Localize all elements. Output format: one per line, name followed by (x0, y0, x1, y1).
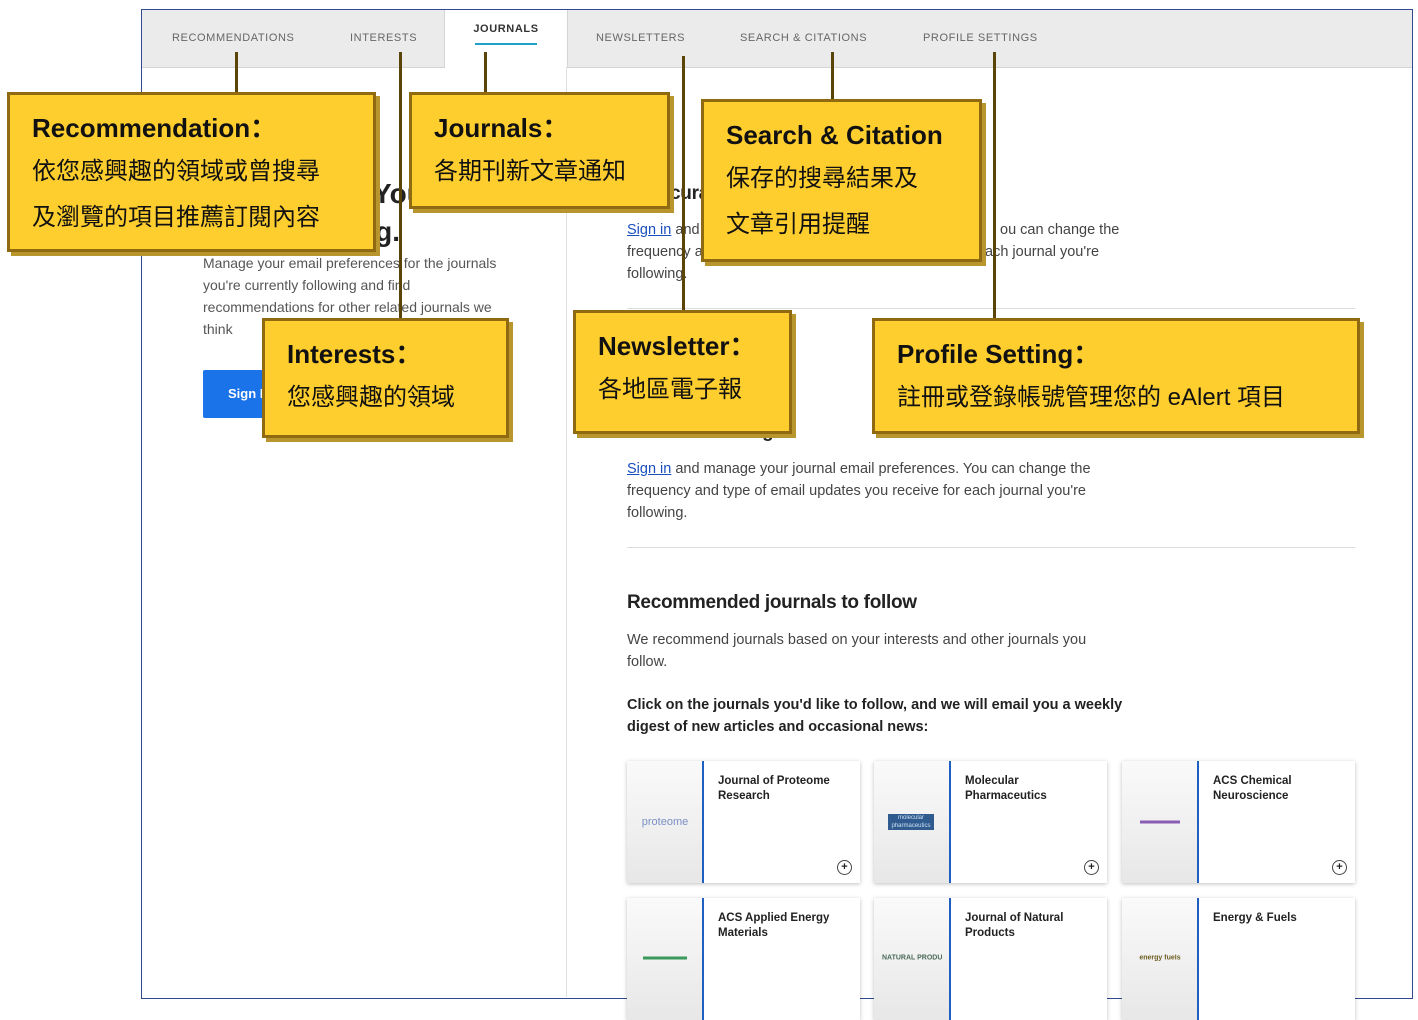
pointer-line-profile (993, 52, 996, 320)
recommended-text: We recommend journals based on your inte… (627, 632, 1087, 670)
section-divider-2 (627, 547, 1355, 548)
callout-profile-title: Profile Setting： (897, 339, 1100, 369)
section2-text-body: and manage your journal email preference… (627, 461, 1091, 521)
tab-profile-settings[interactable]: PROFILE SETTINGS (923, 10, 1038, 67)
journal-logo: NATURAL PRODUCTS (882, 954, 942, 962)
callout-interests-line1: 您感興趣的領域 (287, 384, 455, 411)
journal-logo-bar (1140, 820, 1180, 824)
pointer-line-newsletter (682, 56, 685, 311)
journal-logo-bar (643, 956, 687, 960)
section-divider-1 (627, 308, 1355, 309)
journal-logo: energy fuels (1139, 954, 1181, 962)
callout-journals: Journals： 各期刊新文章通知 (409, 92, 670, 209)
callout-recommendation-body: 依您感興趣的領域或曾搜尋 及瀏覽的項目推薦訂閱內容 (32, 149, 373, 241)
tab-active-underline (475, 43, 537, 45)
journal-card[interactable]: molecular pharmaceutics Molecular Pharma… (874, 761, 1107, 883)
journal-card[interactable]: ACS Chemical Neuroscience + (1122, 761, 1355, 883)
journal-card[interactable]: ACS Applied Energy Materials (627, 898, 860, 1020)
section2-text: Sign in and manage your journal email pr… (627, 458, 1127, 524)
journal-logo: molecular pharmaceutics (888, 814, 934, 830)
journal-logo-thumb: NATURAL PRODUCTS (874, 898, 951, 1020)
callout-search-line2: 文章引用提醒 (726, 211, 870, 238)
plus-circle-icon[interactable]: + (1084, 860, 1099, 875)
section1-text-c: frequency a (627, 244, 703, 260)
tab-newsletters[interactable]: NEWSLETTERS (596, 10, 685, 67)
pointer-line-journals (484, 52, 487, 94)
recommended-instruction: Click on the journals you'd like to foll… (627, 697, 1123, 735)
pointer-line-search (831, 52, 834, 100)
sign-in-link-2[interactable]: Sign in (627, 461, 671, 477)
pointer-line-recommendation (235, 52, 238, 94)
journal-card[interactable]: NATURAL PRODUCTS Journal of Natural Prod… (874, 898, 1107, 1020)
callout-newsletter-title: Newsletter： (598, 331, 756, 361)
section1-text-b: ou can change the (1000, 222, 1120, 238)
callout-interests-title: Interests： (287, 339, 422, 369)
plus-circle-icon[interactable]: + (1332, 860, 1347, 875)
sign-in-link-1[interactable]: Sign in (627, 222, 671, 238)
tab-bar: RECOMMENDATIONS INTERESTS JOURNALS NEWSL… (142, 10, 1412, 68)
callout-newsletter: Newsletter： 各地區電子報 (573, 310, 792, 434)
journal-name: Molecular Pharmaceutics (965, 775, 1047, 802)
callout-newsletter-line1: 各地區電子報 (598, 376, 742, 403)
journal-logo-thumb (1122, 761, 1199, 883)
callout-journals-line1: 各期刊新文章通知 (434, 158, 626, 185)
pointer-line-interests (399, 52, 402, 320)
journal-logo-thumb (627, 898, 704, 1020)
callout-recommendation-line2: 及瀏覽的項目推薦訂閱內容 (32, 204, 320, 231)
section1-text-d: ach journal you're (985, 244, 1100, 260)
journal-name: ACS Applied Energy Materials (718, 912, 830, 939)
callout-search-line1: 保存的搜尋結果及 (726, 165, 918, 192)
tab-journals-label: JOURNALS (473, 23, 539, 35)
recommended-heading: Recommended journals to follow (627, 592, 917, 613)
tab-recommendations[interactable]: RECOMMENDATIONS (172, 10, 294, 67)
callout-search-citation: Search & Citation 保存的搜尋結果及 文章引用提醒 (701, 99, 982, 262)
journal-name: Journal of Natural Products (965, 912, 1064, 939)
tab-interests[interactable]: INTERESTS (350, 10, 417, 67)
plus-circle-icon[interactable]: + (837, 860, 852, 875)
journal-logo: proteome (641, 816, 689, 828)
section1-text-e: following. (627, 266, 688, 282)
journal-name: Journal of Proteome Research (718, 775, 830, 802)
callout-recommendation-title: Recommendation： (32, 113, 277, 143)
journal-logo-thumb: proteome (627, 761, 704, 883)
journal-card[interactable]: energy fuels Energy & Fuels (1122, 898, 1355, 1020)
callout-search-title: Search & Citation (726, 120, 943, 150)
journal-name: Energy & Fuels (1213, 912, 1297, 924)
callout-profile-line1: 註冊或登錄帳號管理您的 eAlert 項目 (897, 384, 1286, 411)
journal-logo-thumb: energy fuels (1122, 898, 1199, 1020)
callout-journals-title: Journals： (434, 113, 569, 143)
callout-recommendation-line1: 依您感興趣的領域或曾搜尋 (32, 158, 320, 185)
journal-card[interactable]: proteome Journal of Proteome Research + (627, 761, 860, 883)
tab-journals[interactable]: JOURNALS (444, 10, 568, 68)
callout-recommendation: Recommendation： 依您感興趣的領域或曾搜尋 及瀏覽的項目推薦訂閱內… (7, 92, 376, 252)
callout-profile-setting: Profile Setting： 註冊或登錄帳號管理您的 eAlert 項目 (872, 318, 1360, 434)
journal-name: ACS Chemical Neuroscience (1213, 775, 1292, 802)
section1-text-a: and (675, 222, 700, 238)
callout-interests: Interests： 您感興趣的領域 (262, 318, 509, 438)
callout-search-body: 保存的搜尋結果及 文章引用提醒 (726, 156, 979, 248)
tab-search-citations[interactable]: SEARCH & CITATIONS (740, 10, 867, 67)
journal-logo-thumb: molecular pharmaceutics (874, 761, 951, 883)
